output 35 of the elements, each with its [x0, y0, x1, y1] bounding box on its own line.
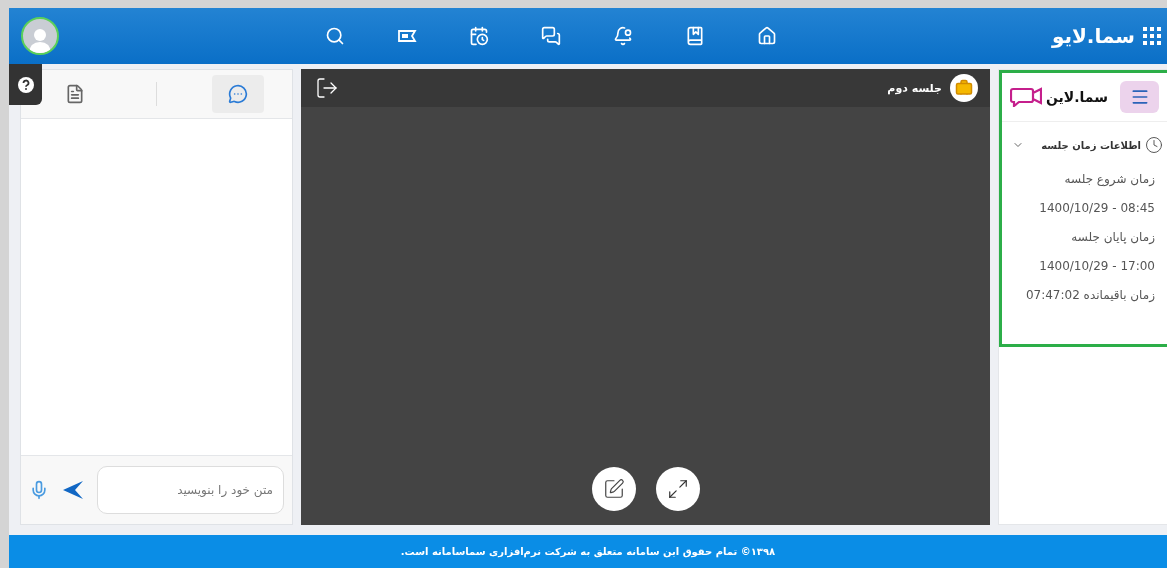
- exit-icon[interactable]: [315, 76, 339, 100]
- microphone-icon[interactable]: [29, 480, 49, 500]
- book-icon[interactable]: [685, 26, 705, 46]
- brand-title: سما.لایو: [1051, 24, 1135, 48]
- info-line: زمان پایان جلسه: [1070, 229, 1156, 246]
- info-line: 08:45 - 1400/10/29: [1038, 200, 1156, 217]
- briefcase-icon: [950, 74, 978, 102]
- section-header[interactable]: اطلاعات زمان جلسه: [1002, 122, 1167, 164]
- help-button[interactable]: [9, 64, 42, 105]
- menu-button[interactable]: [1120, 81, 1159, 113]
- bell-icon[interactable]: [613, 26, 633, 46]
- chat-video-icon: [1010, 87, 1042, 107]
- info-line: زمان باقیمانده 07:47:02: [1024, 287, 1156, 304]
- expand-icon: [666, 478, 689, 500]
- chat-icon[interactable]: [541, 26, 561, 46]
- chat-tab[interactable]: [212, 75, 265, 113]
- apps-grid-icon[interactable]: [1143, 27, 1161, 45]
- send-icon[interactable]: [63, 481, 83, 499]
- home-icon[interactable]: [757, 26, 777, 46]
- info-line: 17:00 - 1400/10/29: [1038, 258, 1156, 275]
- message-input[interactable]: متن خود را بنویسید: [97, 466, 284, 514]
- section-title: اطلاعات زمان جلسه: [1040, 139, 1141, 151]
- logo-text: سما.لاین: [1046, 89, 1108, 105]
- fullscreen-button[interactable]: [655, 467, 700, 511]
- calendar-icon[interactable]: [469, 26, 489, 46]
- search-icon[interactable]: [325, 26, 345, 46]
- edit-button[interactable]: [591, 467, 636, 511]
- edit-icon: [602, 478, 625, 500]
- info-line: زمان شروع جلسه: [1063, 171, 1156, 188]
- chat-bubble-icon: [228, 84, 249, 104]
- session-title: جلسه دوم: [887, 81, 942, 95]
- footer-text: ۱۳۹۸© تمام حقوق این سامانه متعلق به شرکت نرم‌افزاری سماسامانه است.: [400, 546, 776, 557]
- avatar[interactable]: [21, 17, 59, 55]
- clock-icon: [1145, 136, 1163, 154]
- help-icon: [17, 76, 34, 93]
